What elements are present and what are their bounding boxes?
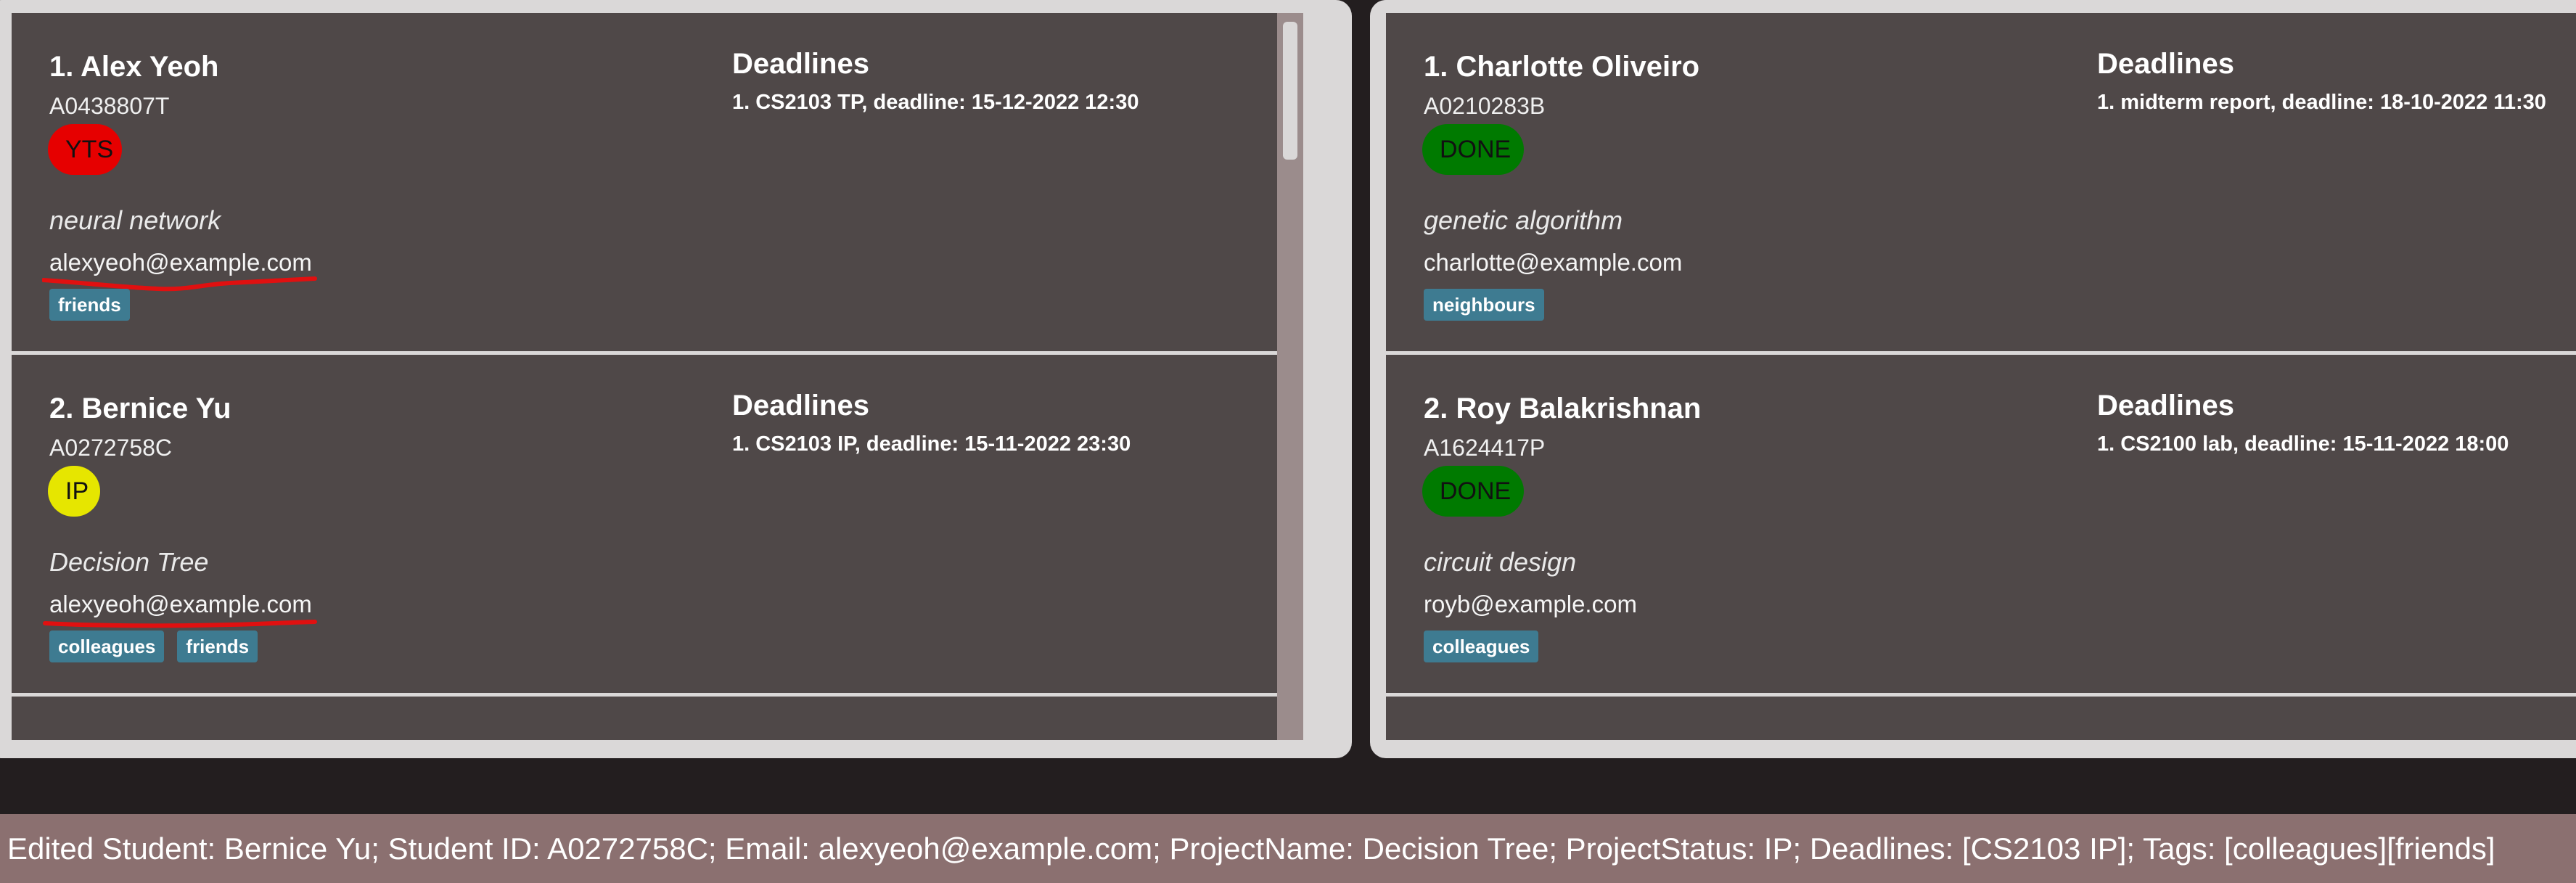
student-name: 1. Charlotte Oliveiro [1424,51,1700,83]
student-card[interactable]: 2. Bernice Yu A0272758C IP Decision Tree… [12,355,1303,697]
tag: colleagues [1424,631,1539,662]
tag: friends [49,289,130,321]
tag: colleagues [49,631,165,662]
student-card[interactable]: 2. Roy Balakrishnan A1624417P DONE circu… [1386,355,2576,697]
project-name: neural network [49,205,221,235]
student-id: A0210283B [1424,93,1546,119]
tag-list: neighbours [1424,289,1544,321]
deadline-item: 1. CS2103 TP, deadline: 15-12-2022 12:30 [732,91,1139,114]
student-card[interactable]: 1. Charlotte Oliveiro A0210283B DONE gen… [1386,13,2576,355]
student-list[interactable]: 1. Alex Yeoh A0438807T YTS neural networ… [12,13,1303,740]
student-card[interactable]: 1. Alex Yeoh A0438807T YTS neural networ… [12,13,1303,355]
tag-list: colleagues [1424,631,1539,662]
deadlines-heading: Deadlines [2097,390,2234,422]
vertical-scrollbar[interactable] [1277,13,1303,740]
scrollbar-thumb[interactable] [1283,22,1297,160]
left-student-list-panel: 1. Alex Yeoh A0438807T YTS neural networ… [0,0,1352,758]
student-email: charlotte@example.com [1424,249,1683,276]
status-badge: DONE [1422,466,1524,517]
student-email: alexyeoh@example.com [49,591,312,617]
right-student-list-panel: 1. Charlotte Oliveiro A0210283B DONE gen… [1370,0,2576,758]
tag-list: friends [49,289,130,321]
student-id: A0272758C [49,435,173,461]
project-name: Decision Tree [49,547,209,577]
deadline-item: 1. CS2100 lab, deadline: 15-11-2022 18:0… [2097,432,2509,456]
student-list[interactable]: 1. Charlotte Oliveiro A0210283B DONE gen… [1386,13,2576,740]
deadline-item: 1. midterm report, deadline: 18-10-2022 … [2097,91,2546,114]
deadlines-heading: Deadlines [2097,48,2234,80]
status-badge: DONE [1422,124,1524,175]
student-name: 2. Bernice Yu [49,393,231,424]
status-badge: YTS [48,124,122,175]
deadline-item: 1. CS2103 IP, deadline: 15-11-2022 23:30 [732,432,1131,456]
result-display: Edited Student: Bernice Yu; Student ID: … [0,814,2576,883]
tag: neighbours [1424,289,1544,321]
tag-list: colleagues friends [49,631,258,662]
status-badge: IP [48,466,100,517]
student-id: A0438807T [49,93,170,119]
project-name: circuit design [1424,547,1577,577]
deadlines-heading: Deadlines [732,48,869,80]
student-email: royb@example.com [1424,591,1637,617]
student-name: 2. Roy Balakrishnan [1424,393,1702,424]
student-name: 1. Alex Yeoh [49,51,219,83]
tag: friends [177,631,258,662]
project-name: genetic algorithm [1424,205,1623,235]
deadlines-heading: Deadlines [732,390,869,422]
student-email: alexyeoh@example.com [49,249,312,276]
student-id: A1624417P [1424,435,1546,461]
